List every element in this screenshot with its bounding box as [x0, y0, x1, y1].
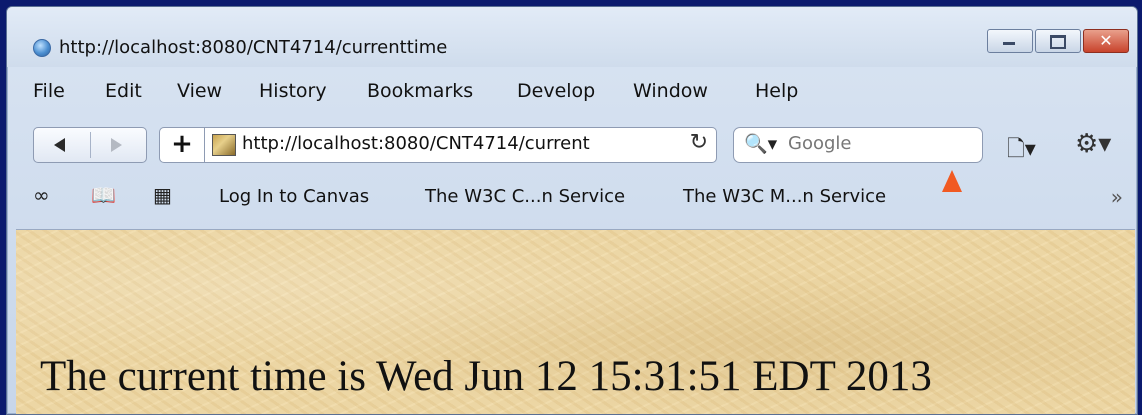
menu-help-label: Help [755, 80, 799, 102]
title-bar: http://localhost:8080/CNT4714/currenttim… [7, 7, 1137, 67]
navigation-toolbar: + http://localhost:8080/CNT4714/current … [7, 123, 1137, 167]
search-field[interactable]: 🔍▾ Google [733, 127, 983, 163]
menu-bar: File Edit View History Bookmarks Develop… [7, 73, 1137, 107]
minimize-icon [1003, 42, 1015, 45]
menu-develop[interactable]: Develop [517, 80, 595, 102]
close-icon: ✕ [1099, 31, 1113, 50]
menu-edit-label: Edit [105, 80, 142, 102]
top-sites-grid-icon[interactable]: ▦ [153, 183, 172, 207]
bookmarks-bar: ∞ 📖 ▦ Log In to Canvas The W3C C...n Ser… [7, 177, 1137, 215]
page-menu-icon[interactable]: 🗋▾ [1007, 132, 1036, 170]
menu-file-label: File [33, 80, 65, 102]
add-bookmark-button[interactable]: + [166, 128, 198, 162]
forward-button[interactable] [111, 138, 122, 152]
site-favicon-icon [212, 134, 236, 156]
window-title: http://localhost:8080/CNT4714/currenttim… [59, 37, 448, 58]
menu-help[interactable]: Help [755, 80, 798, 102]
globe-icon [33, 39, 51, 57]
menu-file[interactable]: File [33, 80, 65, 102]
bookmarks-overflow-icon[interactable]: » [1111, 185, 1123, 209]
reader-glasses-icon[interactable]: ∞ [33, 183, 50, 207]
minimize-button[interactable] [987, 29, 1033, 53]
search-placeholder: Google [788, 133, 852, 154]
back-button[interactable] [54, 138, 65, 152]
browser-window: http://localhost:8080/CNT4714/currenttim… [6, 6, 1138, 415]
bookmark-link[interactable]: The W3C C...n Service [425, 186, 625, 207]
reload-icon[interactable]: ↻ [690, 130, 708, 155]
bookmark-link[interactable]: Log In to Canvas [219, 186, 369, 207]
page-content: The current time is Wed Jun 12 15:31:51 … [16, 229, 1135, 414]
current-time-text: The current time is Wed Jun 12 15:31:51 … [40, 353, 932, 400]
separator [204, 128, 205, 162]
menu-view-label: View [177, 80, 223, 102]
menu-bookmarks[interactable]: Bookmarks [367, 80, 473, 102]
window-controls: ✕ [987, 29, 1129, 53]
menu-edit[interactable]: Edit [105, 80, 142, 102]
menu-view[interactable]: View [177, 80, 222, 102]
bookmark-link[interactable]: The W3C M...n Service [683, 186, 886, 207]
bookmarks-book-icon[interactable]: 📖 [91, 183, 116, 207]
menu-history-label: History [259, 80, 327, 102]
back-forward-group [33, 127, 147, 163]
close-button[interactable]: ✕ [1083, 29, 1129, 53]
maximize-button[interactable] [1035, 29, 1081, 53]
menu-window-label: Window [633, 80, 708, 102]
menu-develop-label: Develop [517, 80, 596, 102]
mouse-cursor-icon [942, 170, 962, 192]
maximize-icon [1050, 35, 1066, 49]
separator [90, 132, 91, 158]
menu-window[interactable]: Window [633, 80, 708, 102]
search-icon[interactable]: 🔍▾ [744, 132, 777, 155]
menu-history[interactable]: History [259, 80, 327, 102]
url-text[interactable]: http://localhost:8080/CNT4714/current [242, 133, 590, 154]
address-bar[interactable]: + http://localhost:8080/CNT4714/current … [159, 127, 717, 163]
menu-bookmarks-label: Bookmarks [367, 80, 474, 102]
gear-icon[interactable]: ⚙▾ [1075, 129, 1111, 159]
